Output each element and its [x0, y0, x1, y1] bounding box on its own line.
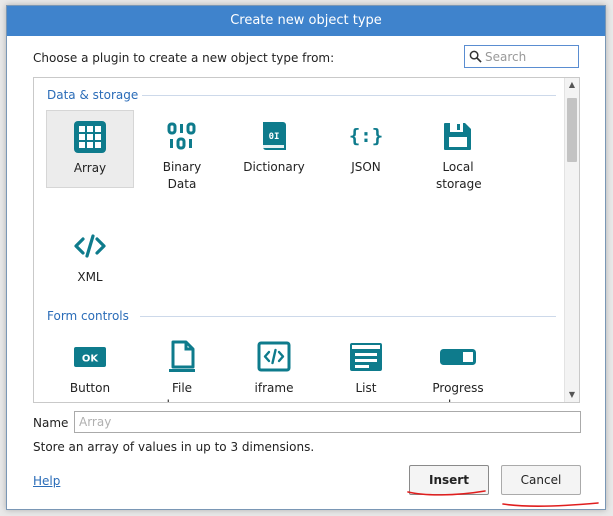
group-divider: [140, 316, 556, 317]
plugin-tile-json[interactable]: {:} JSON: [322, 110, 410, 188]
name-input[interactable]: [74, 411, 581, 433]
prompt-text: Choose a plugin to create a new object t…: [33, 51, 335, 65]
book-icon: 0I: [263, 122, 286, 150]
search-icon: [469, 50, 482, 63]
plugin-label: Button: [69, 381, 111, 395]
search-box[interactable]: [464, 45, 579, 68]
plugin-label: List: [355, 381, 377, 395]
scroll-up-arrow-icon[interactable]: ▲: [565, 78, 579, 92]
plugin-tile-array[interactable]: Array: [46, 110, 134, 188]
plugin-tile-file-chooser[interactable]: File chooser: [138, 331, 226, 402]
create-object-type-dialog: Create new object type Choose a plugin t…: [6, 5, 606, 510]
plugin-label: File chooser: [160, 381, 207, 402]
plugin-label: Binary Data: [162, 160, 202, 191]
scroll-down-arrow-icon[interactable]: ▼: [565, 388, 579, 402]
button-icon: OK: [74, 347, 106, 367]
svg-text:0I: 0I: [269, 132, 280, 142]
svg-text:OK: OK: [82, 354, 100, 365]
plugin-label: XML: [77, 270, 103, 284]
plugin-label: JSON: [351, 160, 381, 174]
binary-icon: [167, 122, 196, 150]
list-icon: [350, 343, 382, 371]
help-link[interactable]: Help: [33, 474, 60, 488]
iframe-icon: [257, 341, 291, 372]
plugin-description: Store an array of values in up to 3 dime…: [33, 440, 315, 454]
dialog-title: Create new object type: [7, 6, 605, 36]
plugin-label: Dictionary: [243, 160, 305, 174]
scroll-thumb[interactable]: [567, 98, 577, 162]
plugin-tile-list[interactable]: List: [322, 331, 410, 402]
insert-button[interactable]: Insert: [409, 465, 489, 495]
file-icon: [169, 340, 195, 372]
disk-icon: [444, 123, 471, 150]
plugin-tile-local-storage[interactable]: Local storage: [414, 110, 502, 191]
name-label: Name: [33, 416, 69, 430]
group-header-form-controls: Form controls: [47, 309, 129, 323]
vertical-scrollbar[interactable]: ▲ ▼: [564, 78, 579, 402]
json-icon: {:}: [349, 125, 383, 147]
plugin-list[interactable]: Data & storage Array Binary Data 0I Dict…: [33, 77, 580, 403]
plugin-label: iframe: [254, 381, 294, 395]
plugin-tile-button[interactable]: OK Button: [46, 331, 134, 402]
search-input[interactable]: [485, 49, 573, 64]
grid-icon: [74, 121, 106, 153]
plugin-tile-binary-data[interactable]: Binary Data: [138, 110, 226, 191]
cancel-button[interactable]: Cancel: [501, 465, 581, 495]
plugin-label: Progress bar: [432, 381, 484, 402]
plugin-tile-dictionary[interactable]: 0I Dictionary: [230, 110, 318, 188]
plugin-label: Local storage: [436, 160, 482, 191]
group-divider: [142, 95, 556, 96]
group-header-data-storage: Data & storage: [47, 88, 139, 102]
plugin-tile-xml[interactable]: XML: [46, 220, 134, 298]
code-icon: [74, 234, 106, 258]
progress-icon: [440, 349, 476, 365]
svg-text:{:}: {:}: [349, 125, 383, 147]
plugin-label: Array: [73, 161, 107, 175]
plugin-tile-iframe[interactable]: iframe: [230, 331, 318, 402]
plugin-tile-progress-bar[interactable]: Progress bar: [414, 331, 502, 402]
